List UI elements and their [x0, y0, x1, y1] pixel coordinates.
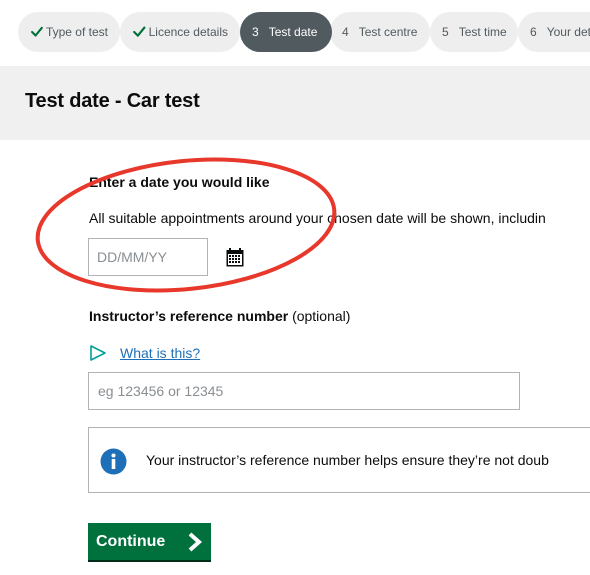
step-test-time: 5 Test time — [430, 12, 518, 52]
step-label: Your det — [546, 25, 590, 39]
progress-steps: Type of test Licence details 3 Test date… — [0, 0, 590, 64]
what-is-this-link[interactable]: What is this? — [120, 345, 200, 361]
page-title: Test date - Car test — [25, 90, 200, 112]
calendar-icon[interactable] — [226, 248, 244, 267]
date-hint: All suitable appointments around your ch… — [89, 210, 546, 226]
step-label: Type of test — [45, 25, 108, 39]
check-icon — [31, 26, 43, 37]
instructor-label-main: Instructor’s reference number — [89, 308, 289, 324]
step-test-centre: 4 Test centre — [330, 12, 430, 52]
help-toggle[interactable]: What is this? — [88, 343, 200, 363]
instructor-label: Instructor’s reference number (optional) — [89, 308, 350, 324]
check-icon — [133, 26, 146, 37]
step-your-details: 6 Your det — [518, 12, 590, 52]
step-label: Test time — [458, 25, 507, 39]
date-input[interactable] — [88, 238, 208, 276]
step-licence-details[interactable]: Licence details — [120, 12, 240, 52]
info-text: Your instructor’s reference number helps… — [146, 452, 549, 468]
instructor-reference-input[interactable] — [88, 372, 520, 410]
step-test-date: 3 Test date — [240, 12, 332, 52]
date-label: Enter a date you would like — [89, 174, 270, 190]
optional-tag: (optional) — [292, 308, 351, 324]
continue-button[interactable]: Continue — [88, 523, 211, 560]
chevron-right-icon — [188, 532, 203, 551]
disclosure-triangle-icon — [90, 345, 106, 361]
step-label: Test centre — [358, 25, 418, 39]
step-number: 5 — [442, 25, 449, 39]
step-number: 4 — [342, 25, 349, 39]
step-number: 6 — [530, 25, 537, 39]
step-label: Licence details — [148, 25, 228, 39]
step-number: 3 — [252, 25, 259, 39]
info-icon — [100, 448, 127, 475]
step-type-of-test[interactable]: Type of test — [18, 12, 120, 52]
continue-label: Continue — [96, 532, 166, 550]
step-label: Test date — [268, 25, 318, 39]
